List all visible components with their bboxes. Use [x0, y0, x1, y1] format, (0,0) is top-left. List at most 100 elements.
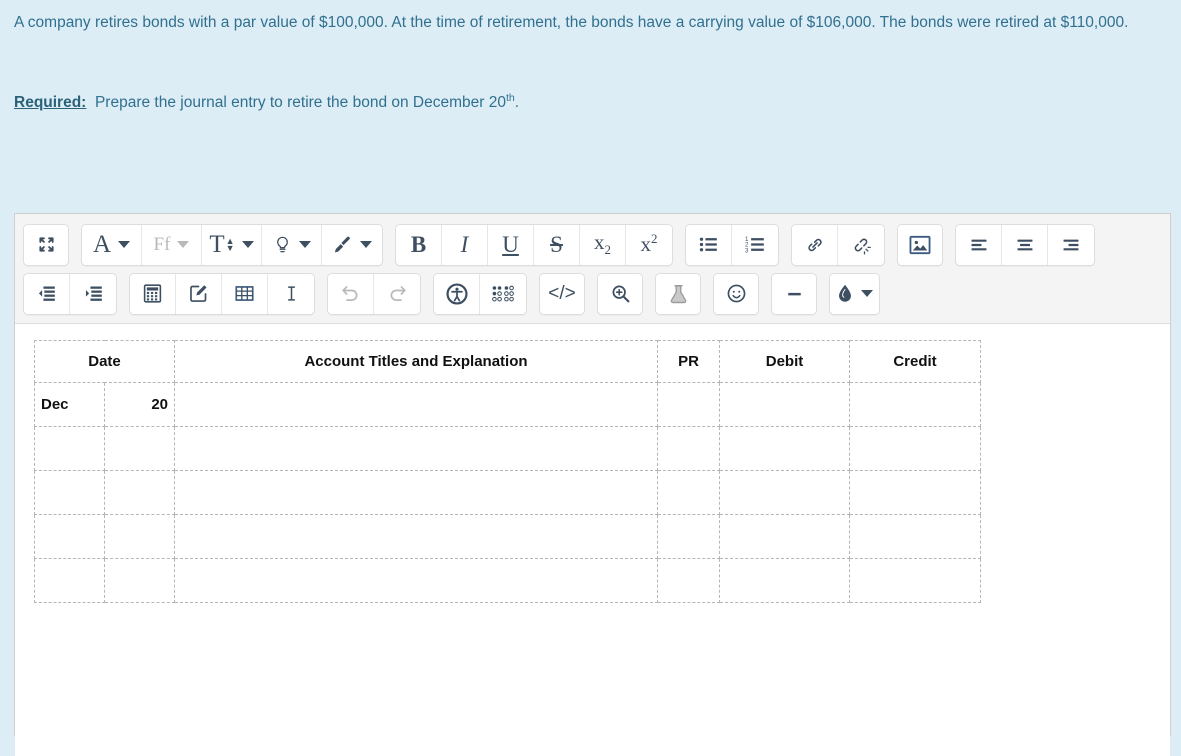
cell-day[interactable] — [104, 514, 175, 559]
cell-debit[interactable] — [719, 558, 850, 603]
chevron-down-icon — [861, 290, 873, 297]
table-row[interactable]: Dec 20 — [34, 382, 981, 427]
font-family-icon: Ff — [142, 224, 202, 265]
cell-account[interactable] — [174, 382, 658, 427]
table-row[interactable] — [34, 514, 981, 559]
insert-table-icon[interactable] — [222, 273, 268, 314]
cell-account[interactable] — [174, 470, 658, 515]
superscript-button[interactable]: x2 — [626, 224, 672, 265]
cell-day[interactable]: 20 — [104, 382, 175, 427]
cell-credit[interactable] — [849, 470, 981, 515]
align-left-icon[interactable] — [956, 224, 1002, 265]
insert-link-icon[interactable] — [792, 224, 838, 265]
toolbar-group-alignment — [955, 223, 1095, 266]
cell-pr[interactable] — [657, 558, 720, 603]
journal-header-row: Date Account Titles and Explanation PR Debi… — [34, 340, 981, 383]
cell-account[interactable] — [174, 514, 658, 559]
cell-debit[interactable] — [719, 470, 850, 515]
cell-credit[interactable] — [849, 426, 981, 471]
toolbar-group-accessibility — [433, 272, 527, 315]
emoji-icon[interactable] — [714, 273, 758, 314]
editor-toolbar: A Ff T ▲ ▼ B I U Sx2 x2 1 2 3 </> — [15, 214, 1170, 324]
cell-day[interactable] — [104, 470, 175, 515]
required-period: . — [514, 94, 520, 111]
subscript-button[interactable]: x2 — [580, 224, 626, 265]
cell-month[interactable] — [34, 558, 105, 603]
paragraph-style-icon[interactable]: A — [82, 224, 142, 265]
ink-droplet-icon[interactable] — [830, 273, 879, 314]
cell-month[interactable] — [34, 470, 105, 515]
table-row[interactable] — [34, 558, 981, 603]
toolbar-group-text-format: A Ff T ▲ ▼ — [81, 223, 383, 266]
table-row[interactable] — [34, 426, 981, 471]
remove-link-icon[interactable] — [838, 224, 884, 265]
toolbar-row-1: A Ff T ▲ ▼ B I U Sx2 x2 1 2 3 — [23, 221, 1162, 268]
cell-credit[interactable] — [849, 514, 981, 559]
chevron-down-icon — [177, 241, 190, 248]
align-center-icon[interactable] — [1002, 224, 1048, 265]
cell-credit[interactable] — [849, 382, 981, 427]
table-row[interactable] — [34, 470, 981, 515]
toolbar-group-ink — [829, 272, 880, 315]
cell-pr[interactable] — [657, 382, 720, 427]
outdent-icon[interactable] — [24, 273, 70, 314]
required-instruction: Prepare the journal entry to retire the … — [94, 94, 506, 111]
underline-button[interactable]: U — [488, 224, 534, 265]
cell-account[interactable] — [174, 426, 658, 471]
prompt-spacer — [14, 38, 1165, 88]
indent-icon[interactable] — [70, 273, 116, 314]
cell-day[interactable] — [104, 426, 175, 471]
required-label: Required: — [14, 94, 87, 111]
code-view-icon[interactable]: </> — [540, 273, 584, 314]
cell-pr[interactable] — [657, 514, 720, 559]
cell-account[interactable] — [174, 558, 658, 603]
strikethrough-button[interactable]: S — [534, 224, 580, 265]
chemistry-flask-icon — [656, 273, 700, 314]
braille-icon[interactable] — [480, 273, 526, 314]
italic-button[interactable]: I — [442, 224, 488, 265]
insert-image-icon[interactable] — [898, 224, 942, 265]
highlight-color-icon[interactable] — [262, 224, 322, 265]
journal-entry-table[interactable]: Date Account Titles and Explanation PR Debi… — [34, 340, 981, 603]
accessibility-checker-icon[interactable] — [434, 273, 480, 314]
undo-icon — [328, 273, 374, 314]
journal-table-body[interactable]: Dec 20 — [34, 382, 981, 603]
required-line: Required: Prepare the journal entry to r… — [14, 88, 1165, 118]
toolbar-group-insert-objects — [129, 272, 315, 315]
rich-text-editor: A Ff T ▲ ▼ B I U Sx2 x2 1 2 3 </> Date Account Titles… — [14, 213, 1171, 756]
text-color-icon[interactable] — [322, 224, 382, 265]
toolbar-group-fullscreen — [23, 223, 69, 266]
fullscreen-icon[interactable] — [24, 224, 68, 265]
prompt-paragraph: A company retires bonds with a par value… — [14, 14, 1129, 31]
numbered-list-icon[interactable]: 123 — [732, 224, 778, 265]
column-header-account-titles-and-explanation: Account Titles and Explanation — [174, 340, 658, 383]
cell-day[interactable] — [104, 558, 175, 603]
cell-pr[interactable] — [657, 470, 720, 515]
cell-credit[interactable] — [849, 558, 981, 603]
zoom-preview-icon[interactable] — [598, 273, 642, 314]
toolbar-group-horizontal-rule — [771, 272, 817, 315]
cell-debit[interactable] — [719, 382, 850, 427]
question-prompt: A company retires bonds with a par value… — [0, 0, 1181, 118]
cell-month[interactable]: Dec — [34, 382, 105, 427]
editor-content-area[interactable]: Date Account Titles and Explanation PR Debi… — [15, 324, 1170, 756]
column-header-debit: Debit — [719, 340, 850, 383]
bold-button[interactable]: B — [396, 224, 442, 265]
toolbar-group-source-code: </> — [539, 272, 585, 315]
edit-box-icon[interactable] — [176, 273, 222, 314]
column-header-pr: PR — [657, 340, 720, 383]
chevron-down-icon — [360, 241, 372, 248]
cell-month[interactable] — [34, 514, 105, 559]
calculator-icon[interactable] — [130, 273, 176, 314]
cell-pr[interactable] — [657, 426, 720, 471]
cell-debit[interactable] — [719, 426, 850, 471]
ordinal-suffix: th — [505, 91, 515, 104]
align-right-icon[interactable] — [1048, 224, 1094, 265]
bulleted-list-icon[interactable] — [686, 224, 732, 265]
cell-month[interactable] — [34, 426, 105, 471]
font-size-icon[interactable]: T ▲ ▼ — [202, 224, 262, 265]
chevron-down-icon — [241, 241, 254, 248]
cell-debit[interactable] — [719, 514, 850, 559]
horizontal-rule-icon[interactable] — [772, 273, 816, 314]
text-cursor-icon[interactable] — [268, 273, 314, 314]
